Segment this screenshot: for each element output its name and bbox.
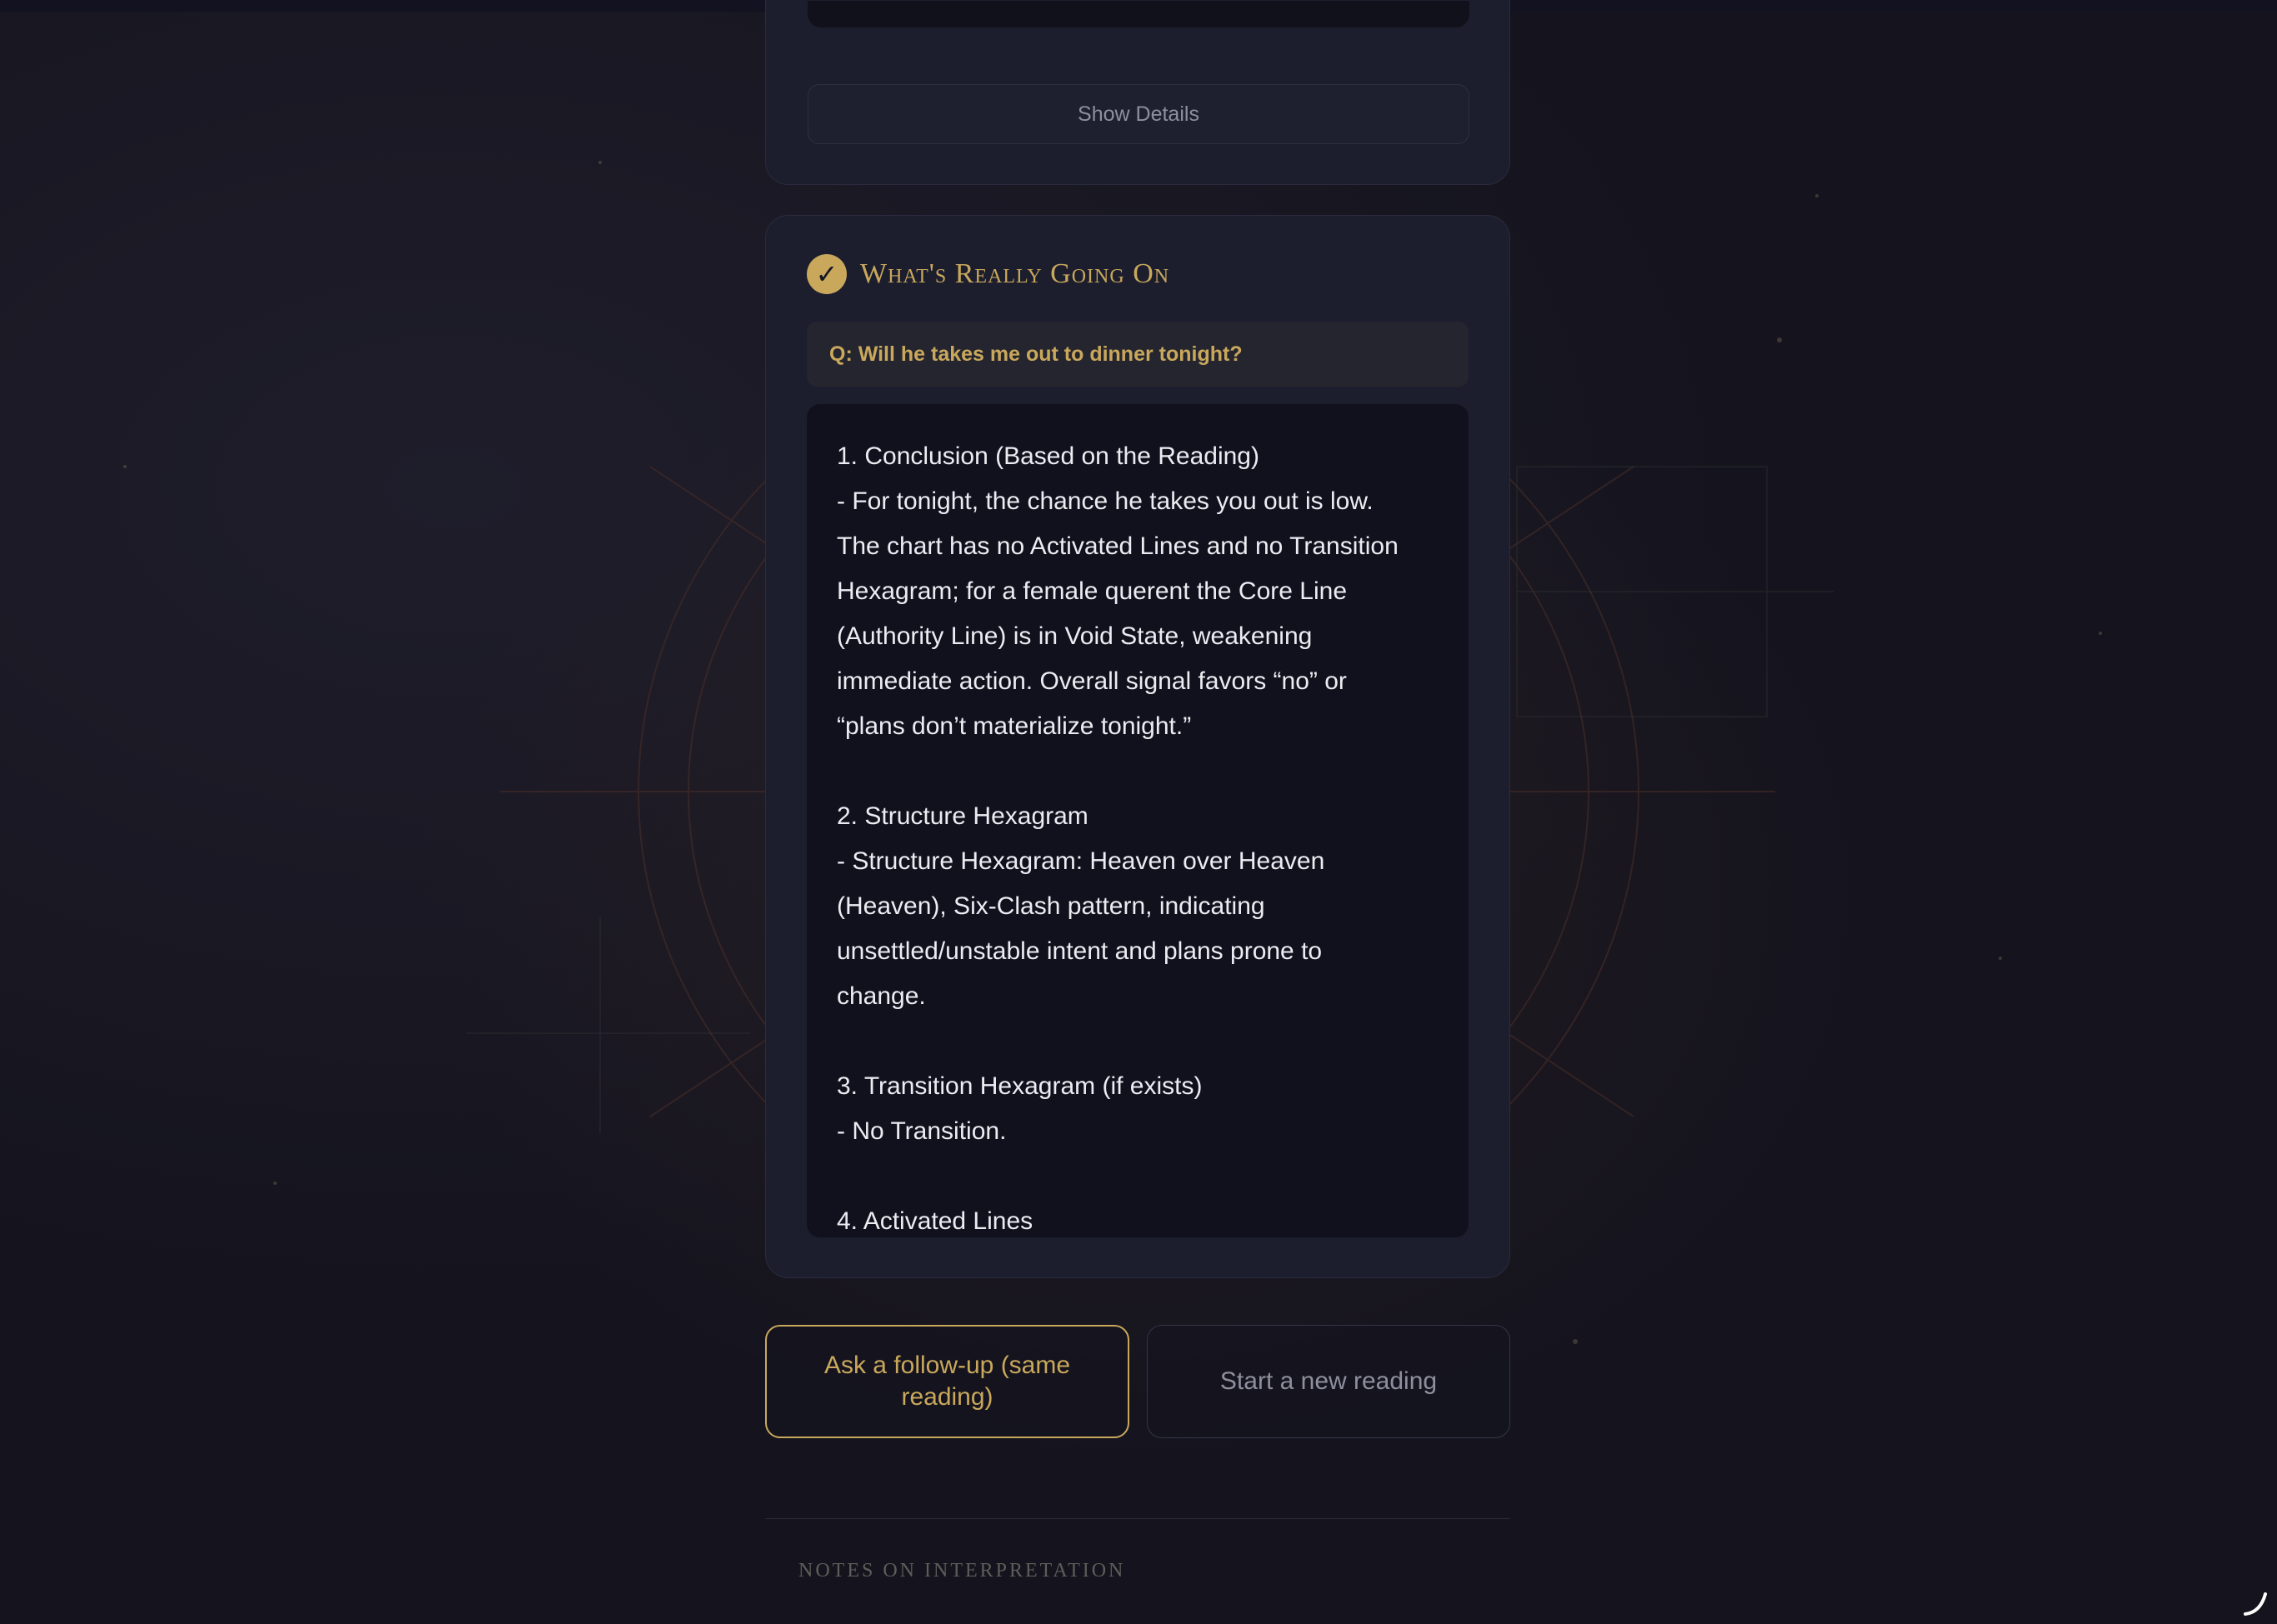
question-text: Q: Will he takes me out to dinner tonigh… bbox=[807, 322, 1469, 387]
reading-card-header: ✓ What's Really Going On bbox=[807, 254, 1169, 294]
divider bbox=[765, 1518, 1510, 1519]
answer-line: Hexagram; for a female querent the Core … bbox=[837, 577, 1347, 605]
show-details-button[interactable]: Show Details bbox=[808, 84, 1469, 144]
answer-line: - Structure Hexagram: Heaven over Heaven bbox=[837, 847, 1325, 875]
answer-blank-line bbox=[837, 1019, 1454, 1064]
answer-line: change. bbox=[837, 982, 926, 1010]
answer-line: 1. Conclusion (Based on the Reading) bbox=[837, 442, 1259, 470]
reading-card-title: What's Really Going On bbox=[860, 258, 1170, 289]
answer-line: immediate action. Overall signal favors … bbox=[837, 667, 1347, 695]
answer-line: - For tonight, the chance he takes you o… bbox=[837, 487, 1374, 515]
answer-blank-line bbox=[837, 749, 1454, 794]
answer-line: unsettled/unstable intent and plans pron… bbox=[837, 937, 1323, 965]
answer-line: 2. Structure Hexagram bbox=[837, 802, 1088, 830]
start-new-reading-button[interactable]: Start a new reading bbox=[1147, 1325, 1510, 1438]
answer-line: 3. Transition Hexagram (if exists) bbox=[837, 1072, 1203, 1100]
answer-blank-line bbox=[837, 1154, 1454, 1199]
details-content-area bbox=[808, 1, 1469, 27]
answer-text: 1. Conclusion (Based on the Reading) - Fo… bbox=[837, 434, 1454, 1237]
loading-arc-icon bbox=[2244, 1592, 2267, 1616]
details-card: Show Details bbox=[765, 0, 1510, 185]
notes-heading: Notes on Interpretation bbox=[798, 1560, 1126, 1582]
ask-follow-up-button[interactable]: Ask a follow-up (same reading) bbox=[765, 1325, 1129, 1438]
answer-line: (Heaven), Six-Clash pattern, indicating bbox=[837, 892, 1265, 920]
page: Show Details ✓ What's Really Going On Q:… bbox=[0, 0, 2277, 1624]
answer-line: 4. Activated Lines bbox=[837, 1207, 1033, 1235]
reading-card: ✓ What's Really Going On Q: Will he take… bbox=[765, 215, 1510, 1278]
answer-line: - No Transition. bbox=[837, 1117, 1007, 1145]
answer-line: “plans don’t materialize tonight.” bbox=[837, 712, 1192, 740]
answer-line: (Authority Line) is in Void State, weake… bbox=[837, 622, 1313, 650]
answer-line: The chart has no Activated Lines and no … bbox=[837, 532, 1399, 560]
answer-scroll-area[interactable]: 1. Conclusion (Based on the Reading) - Fo… bbox=[807, 404, 1469, 1237]
check-icon: ✓ bbox=[807, 254, 847, 294]
